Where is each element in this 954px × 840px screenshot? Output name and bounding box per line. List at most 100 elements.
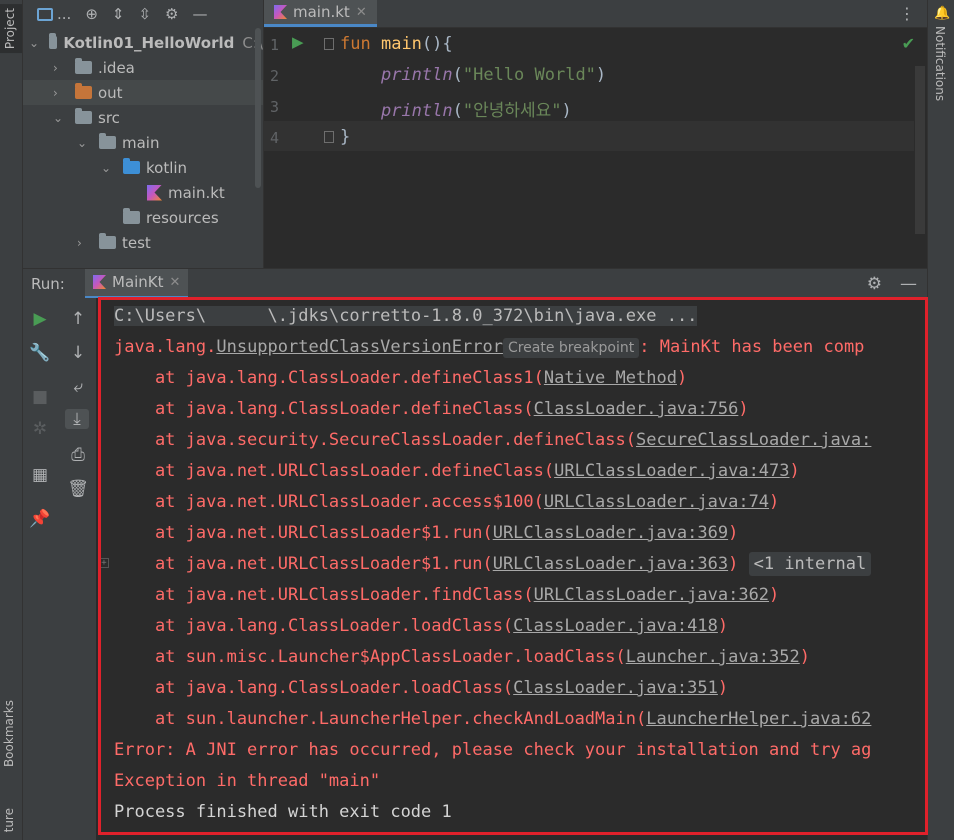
tree-item-label: main.kt: [168, 183, 225, 202]
tree-item-label: out: [98, 83, 123, 102]
run-gutter-icon[interactable]: ▶: [292, 33, 304, 51]
stack-trace-line: at java.net.URLClassLoader$1.run(URLClas…: [114, 523, 739, 543]
hide-icon[interactable]: —: [900, 274, 917, 294]
source-link[interactable]: Launcher.java:352: [626, 647, 800, 667]
tree-item[interactable]: resources: [23, 205, 263, 230]
stack-trace-line: at java.net.URLClassLoader$1.run(URLClas…: [114, 552, 872, 576]
source-link[interactable]: URLClassLoader.java:363: [493, 554, 728, 574]
arrow-down-icon[interactable]: ↓: [66, 343, 90, 363]
project-scrollbar[interactable]: [255, 28, 261, 188]
chevron-down-icon[interactable]: ⌄: [29, 36, 39, 50]
create-breakpoint-chip[interactable]: Create breakpoint: [502, 338, 640, 358]
close-icon[interactable]: ✕: [170, 275, 181, 290]
print-icon[interactable]: ⎙: [66, 445, 90, 465]
chevron-right-icon[interactable]: ›: [53, 86, 65, 100]
tree-item[interactable]: › out: [23, 80, 263, 105]
chevron-down-icon[interactable]: ⌄: [77, 136, 89, 150]
chevron-right-icon[interactable]: ›: [77, 236, 89, 250]
stack-trace-line: at sun.misc.Launcher$AppClassLoader.load…: [114, 647, 810, 667]
arrow-up-icon[interactable]: ↑: [66, 309, 90, 329]
jni-error-line: Error: A JNI error has occurred, please …: [114, 740, 872, 760]
stack-trace-line: at sun.launcher.LauncherHelper.checkAndL…: [114, 709, 872, 729]
tree-item[interactable]: › .idea: [23, 55, 263, 80]
tab-mainkt[interactable]: MainKt ✕: [85, 268, 189, 299]
code-line-4[interactable]: }: [340, 127, 350, 147]
source-link[interactable]: SecureClassLoader.java:: [636, 430, 871, 450]
run-panel-header: Run: MainKt ✕ ⚙ —: [23, 268, 927, 299]
run-label: Run:: [31, 274, 65, 293]
fold-icon[interactable]: [324, 131, 334, 143]
tree-item[interactable]: › test: [23, 230, 263, 255]
gear-icon[interactable]: ⚙: [165, 5, 178, 23]
fold-marker-icon[interactable]: +: [99, 558, 109, 568]
notifications-tool-tab[interactable]: Notifications: [933, 26, 947, 101]
source-link[interactable]: ClassLoader.java:418: [513, 616, 718, 636]
tree-item[interactable]: ⌄ main: [23, 130, 263, 155]
tree-item[interactable]: ⌄ Kotlin01_HelloWorld C:\: [23, 30, 263, 55]
code-line-2[interactable]: println("Hello World"): [340, 65, 606, 85]
tree-item-label: resources: [146, 208, 219, 227]
tree-item-label: .idea: [98, 58, 135, 77]
locate-icon[interactable]: ⊕: [85, 5, 98, 23]
collapse-all-icon[interactable]: ⇳: [138, 5, 151, 23]
chevron-down-icon[interactable]: ⌄: [101, 161, 113, 175]
line-number: 1: [270, 36, 280, 54]
scroll-to-end-icon[interactable]: ⤓: [65, 409, 89, 429]
folder-icon: [99, 133, 116, 149]
console-output[interactable]: C:\Users\ \.jdks\corretto-1.8.0_372\bin\…: [96, 298, 927, 840]
structure-tool-tab[interactable]: ture: [2, 808, 16, 832]
source-link[interactable]: URLClassLoader.java:369: [493, 523, 728, 543]
check-icon[interactable]: ✔: [902, 34, 915, 53]
stack-trace-line: at java.lang.ClassLoader.loadClass(Class…: [114, 616, 729, 636]
close-icon[interactable]: ✕: [356, 5, 367, 20]
folder-icon: [123, 208, 140, 224]
source-link[interactable]: ClassLoader.java:351: [513, 678, 718, 698]
layout-icon[interactable]: ▦: [28, 465, 52, 485]
tree-item-label: kotlin: [146, 158, 188, 177]
folder-icon: [75, 108, 92, 124]
project-tool-tab[interactable]: Project: [0, 4, 22, 54]
tab-main-kt[interactable]: main.kt ✕: [264, 0, 377, 27]
tree-item[interactable]: main.kt: [23, 180, 263, 205]
source-link[interactable]: ClassLoader.java:756: [534, 399, 739, 419]
source-link[interactable]: URLClassLoader.java:362: [534, 585, 769, 605]
more-options-icon[interactable]: ⋮: [899, 4, 915, 23]
stack-trace-line: at java.net.URLClassLoader.findClass(URL…: [114, 585, 780, 605]
bell-icon[interactable]: 🔔: [934, 6, 950, 21]
pin-icon[interactable]: 📌: [28, 509, 52, 529]
bookmarks-tool-tab[interactable]: Bookmarks: [2, 700, 16, 767]
source-link[interactable]: URLClassLoader.java:473: [554, 461, 789, 481]
code-line-1[interactable]: fun main(){: [340, 34, 453, 54]
tree-item-label: src: [98, 108, 120, 127]
editor-tab-bar: main.kt ✕: [264, 0, 927, 28]
source-link[interactable]: LauncherHelper.java:62: [646, 709, 871, 729]
gear-icon[interactable]: ⚙: [867, 274, 882, 294]
editor-scrollbar[interactable]: [915, 66, 925, 234]
tree-item[interactable]: ⌄ kotlin: [23, 155, 263, 180]
source-link[interactable]: Native Method: [544, 368, 677, 388]
rerun-icon[interactable]: ▶: [28, 309, 52, 329]
chevron-down-icon[interactable]: ⌄: [53, 111, 65, 125]
tree-item-label: test: [122, 233, 151, 252]
folder-icon: [75, 83, 92, 99]
debug-icon[interactable]: ✲: [28, 419, 52, 439]
code-line-3[interactable]: println("안녕하세요"): [340, 96, 572, 121]
kotlin-file-icon: [93, 275, 106, 289]
wrench-icon[interactable]: 🔧: [28, 343, 52, 363]
stop-icon[interactable]: ■: [28, 387, 52, 407]
hide-icon[interactable]: —: [193, 5, 208, 23]
soft-wrap-icon[interactable]: ⤶: [66, 377, 90, 397]
kotlin-file-icon: [274, 5, 287, 19]
exception-link[interactable]: UnsupportedClassVersionError: [216, 337, 503, 357]
expand-all-icon[interactable]: ⇕: [112, 5, 125, 23]
tree-item[interactable]: ⌄ src: [23, 105, 263, 130]
tree-item-label: Kotlin01_HelloWorld: [63, 33, 235, 52]
project-view-dropdown[interactable]: ...: [37, 5, 71, 23]
internal-lines-chip[interactable]: <1 internal: [748, 552, 872, 576]
window-icon: [37, 7, 53, 21]
fold-icon[interactable]: [324, 38, 334, 50]
trash-icon[interactable]: 🗑: [66, 479, 90, 499]
chevron-right-icon[interactable]: ›: [53, 61, 65, 75]
project-panel: ... ⊕ ⇕ ⇳ ⚙ — ⌄ Kotlin01_HelloWorld C:\ › .i…: [23, 0, 263, 268]
source-link[interactable]: URLClassLoader.java:74: [544, 492, 769, 512]
